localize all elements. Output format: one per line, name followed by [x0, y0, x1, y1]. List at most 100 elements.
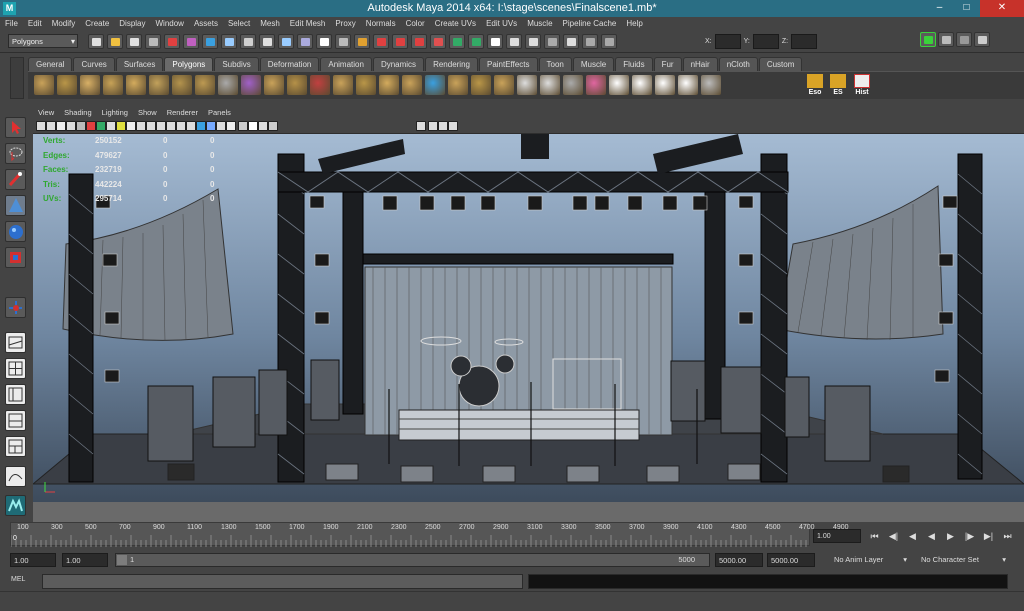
tab-fluids[interactable]: Fluids [615, 57, 653, 71]
menu-set-selector[interactable]: Polygons [8, 34, 78, 48]
select-by-component-icon[interactable] [183, 34, 199, 49]
display-icon[interactable] [506, 34, 522, 49]
time-slider[interactable]: 100 300 500 700 900 1100 1300 1500 1700 1900 2100 2… [10, 522, 849, 547]
four-view-layout-icon[interactable] [5, 358, 26, 379]
shade-options-icon[interactable] [166, 121, 176, 131]
toggle-modeling-toolkit-icon[interactable] [920, 32, 936, 47]
tab-deformation[interactable]: Deformation [259, 57, 320, 71]
maya-logo-icon[interactable] [5, 495, 26, 516]
select-camera-icon[interactable] [36, 121, 46, 131]
select-tool-icon[interactable] [5, 117, 26, 138]
render-settings-icon[interactable] [354, 34, 370, 49]
poly-cone-icon[interactable] [103, 75, 123, 95]
single-perspective-layout-icon[interactable] [5, 332, 26, 353]
persp-hypershade-layout-icon[interactable] [5, 436, 26, 457]
depth-of-field-icon[interactable] [238, 121, 248, 131]
hypershade-icon[interactable] [373, 34, 389, 49]
shade-icon[interactable] [525, 34, 541, 49]
make-live-icon[interactable] [278, 34, 294, 49]
animation-start-field[interactable]: 1.00 [10, 553, 56, 567]
xray-icon[interactable] [248, 121, 258, 131]
bevel-icon[interactable] [494, 75, 514, 95]
menu-proxy[interactable]: Proxy [330, 17, 360, 31]
shelf-button-es[interactable]: ES [827, 74, 849, 98]
resolution-gate-icon[interactable] [96, 121, 106, 131]
history-icon[interactable] [297, 34, 313, 49]
tab-polygons[interactable]: Polygons [164, 57, 214, 71]
multisample-icon[interactable] [226, 121, 236, 131]
texture-icon[interactable] [544, 34, 560, 49]
ipr-render-icon[interactable] [335, 34, 351, 49]
show-manipulator-icon[interactable] [5, 297, 26, 318]
graph-editor-layout-icon[interactable] [5, 466, 26, 487]
fill-hole-icon[interactable] [678, 75, 698, 95]
persp-graph-layout-icon[interactable] [5, 410, 26, 431]
current-frame-field[interactable]: 1.00 [813, 529, 861, 543]
poly-cube-icon[interactable] [34, 75, 54, 95]
poly-pyramid-icon[interactable] [195, 75, 215, 95]
save-scene-icon[interactable] [126, 34, 142, 49]
panel-menu-lighting[interactable]: Lighting [97, 107, 133, 119]
maximize-button[interactable]: □ [953, 0, 980, 17]
menu-help[interactable]: Help [621, 17, 647, 31]
rig-icon[interactable] [487, 34, 503, 49]
smooth-shade-icon[interactable] [156, 121, 166, 131]
panel-menu-view[interactable]: View [33, 107, 59, 119]
viewport-persp[interactable]: Verts: 250152 0 0 Edges: 479627 0 0 Faces: 232719… [33, 134, 1024, 502]
range-slider-handle[interactable] [117, 555, 127, 565]
menu-normals[interactable]: Normals [361, 17, 401, 31]
minimize-button[interactable]: – [926, 0, 953, 17]
field-chart-icon[interactable] [116, 121, 126, 131]
panel-menu-panels[interactable]: Panels [203, 107, 236, 119]
safe-title-icon[interactable] [136, 121, 146, 131]
collapse-icon[interactable] [655, 75, 675, 95]
shelf-button-hist[interactable]: Hist [851, 74, 873, 98]
play-backwards-icon[interactable]: ◀ [923, 528, 940, 544]
image-plane-icon[interactable] [66, 121, 76, 131]
menu-assets[interactable]: Assets [189, 17, 223, 31]
textured-icon[interactable] [176, 121, 186, 131]
menu-display[interactable]: Display [114, 17, 150, 31]
tab-animation[interactable]: Animation [320, 57, 372, 71]
mel-input[interactable] [42, 574, 523, 589]
play-forwards-icon[interactable]: ▶ [942, 528, 959, 544]
poly-sphere-icon[interactable] [57, 75, 77, 95]
film-gate-icon[interactable] [86, 121, 96, 131]
step-forward-key-icon[interactable]: ▶| [980, 528, 997, 544]
menu-create[interactable]: Create [80, 17, 114, 31]
select-by-object-type-icon[interactable] [164, 34, 180, 49]
step-back-frame-icon[interactable]: ◀ [904, 528, 921, 544]
insert-edge-loop-icon[interactable] [586, 75, 606, 95]
merge-icon[interactable] [632, 75, 652, 95]
close-button[interactable]: ✕ [980, 0, 1024, 17]
render-icon[interactable] [316, 34, 332, 49]
panel-menu-show[interactable]: Show [133, 107, 162, 119]
extract-icon[interactable] [356, 75, 376, 95]
mel-label[interactable]: MEL [11, 576, 25, 583]
screen-space-ao-icon[interactable] [206, 121, 216, 131]
menu-pipeline-cache[interactable]: Pipeline Cache [558, 17, 622, 31]
tab-general[interactable]: General [28, 57, 73, 71]
frame-all-icon[interactable] [438, 121, 448, 131]
tab-painteffects[interactable]: PaintEffects [478, 57, 538, 71]
menu-color[interactable]: Color [401, 17, 430, 31]
step-back-key-icon[interactable]: ◀| [885, 528, 902, 544]
extrude-icon[interactable] [448, 75, 468, 95]
construction-history-icon[interactable] [430, 34, 446, 49]
gate-mask-icon[interactable] [106, 121, 116, 131]
tab-rendering[interactable]: Rendering [425, 57, 478, 71]
new-scene-icon[interactable] [88, 34, 104, 49]
cut-faces-icon[interactable] [540, 75, 560, 95]
menu-edit-mesh[interactable]: Edit Mesh [285, 17, 331, 31]
separate-icon[interactable] [333, 75, 353, 95]
shadow-icon[interactable] [582, 34, 598, 49]
menu-modify[interactable]: Modify [47, 17, 81, 31]
tab-toon[interactable]: Toon [538, 57, 572, 71]
animation-end-field[interactable]: 5000.00 [767, 553, 815, 567]
persp-outliner-layout-icon[interactable] [5, 384, 26, 405]
maya-app-icon[interactable]: M [3, 2, 16, 15]
xray-joints-icon[interactable] [258, 121, 268, 131]
poly-pipe-icon[interactable] [218, 75, 238, 95]
frame-selected-icon[interactable] [448, 121, 458, 131]
tab-dynamics[interactable]: Dynamics [372, 57, 425, 71]
